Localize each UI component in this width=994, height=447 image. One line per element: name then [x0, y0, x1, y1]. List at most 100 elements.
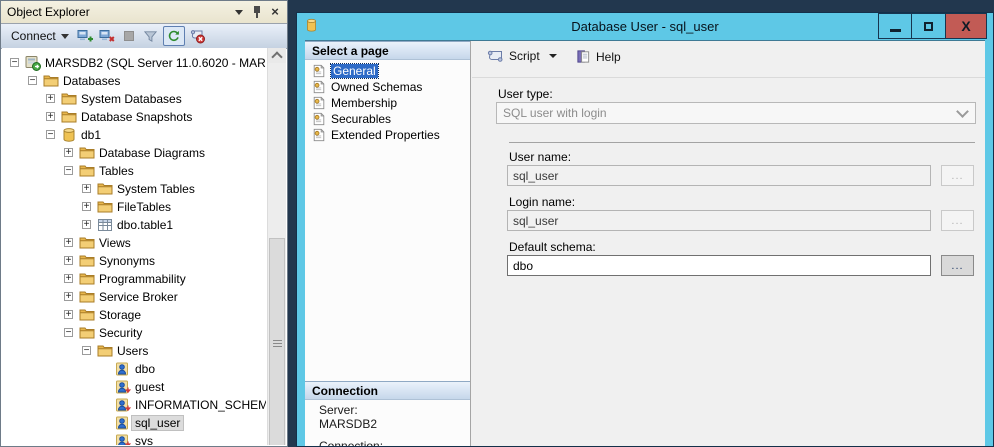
tree-item-label: Synonyms	[99, 253, 155, 269]
expand-icon[interactable]: +	[82, 184, 91, 193]
default-schema-label: Default schema:	[509, 240, 596, 254]
user-name-value: sql_user	[513, 169, 558, 183]
expand-icon[interactable]: +	[82, 220, 91, 229]
script-error-icon[interactable]	[187, 27, 207, 45]
expand-icon[interactable]: +	[64, 148, 73, 157]
script-button[interactable]: Script	[486, 49, 557, 63]
collapse-icon[interactable]: −	[28, 76, 37, 85]
close-icon[interactable]: ×	[267, 4, 283, 20]
dialog-toolbar: Script Help	[472, 41, 985, 78]
page-item-general[interactable]: General	[312, 63, 378, 79]
connect-button[interactable]: Connect	[7, 27, 73, 45]
filter-icon[interactable]	[141, 27, 161, 45]
maximize-icon[interactable]	[912, 13, 946, 39]
collapse-icon[interactable]: −	[82, 346, 91, 355]
collapse-icon[interactable]: −	[64, 328, 73, 337]
folder-icon	[79, 145, 95, 161]
tree-item-synonyms[interactable]: + Synonyms	[2, 252, 266, 270]
tree-item-views[interactable]: +Views	[2, 234, 266, 252]
dialog-body: Select a page GeneralOwned SchemasMember…	[305, 40, 985, 446]
tree-item-dbo[interactable]: dbo	[2, 360, 266, 378]
expand-icon[interactable]: +	[64, 256, 73, 265]
expand-icon[interactable]: +	[64, 292, 73, 301]
tree-item-label: guest	[135, 379, 164, 395]
tree-item-system-databases[interactable]: + System Databases	[2, 90, 266, 108]
login-name-value: sql_user	[513, 214, 558, 228]
tree-item-label: Database Snapshots	[81, 109, 192, 125]
user-type-value: SQL user with login	[503, 106, 607, 120]
collapse-icon[interactable]: −	[46, 130, 55, 139]
page-item-membership[interactable]: Membership	[312, 95, 397, 111]
folder-icon	[97, 199, 113, 215]
tree-item-label: db1	[81, 127, 101, 143]
tree-item-security[interactable]: −Security	[2, 324, 266, 342]
close-icon[interactable]: X	[946, 13, 987, 39]
tree-item-database-snapshots[interactable]: + Database Snapshots	[2, 108, 266, 126]
tree-item-dbo-table1[interactable]: +dbo.table1	[2, 216, 266, 234]
database-user-dialog: Database User - sql_user X Select a page…	[296, 12, 994, 447]
expand-icon[interactable]: +	[46, 112, 55, 121]
folder-icon	[79, 271, 95, 287]
tree-item-storage[interactable]: + Storage	[2, 306, 266, 324]
tree-item-label: sys	[135, 433, 153, 445]
tree-item-guest[interactable]: guest	[2, 378, 266, 396]
disconnect-server-icon[interactable]	[97, 27, 117, 45]
select-a-page-header: Select a page	[305, 41, 470, 60]
folder-icon	[79, 163, 95, 179]
folder-icon	[97, 181, 113, 197]
tree-item-database-diagrams[interactable]: + Database Diagrams	[2, 144, 266, 162]
chevron-down-icon[interactable]	[549, 54, 557, 58]
server-label: Server:	[319, 403, 358, 417]
user-disabled-icon	[115, 379, 131, 395]
tree-item-label: System Databases	[81, 91, 182, 107]
tree-item-service-broker[interactable]: +Service Broker	[2, 288, 266, 306]
expand-icon[interactable]: +	[46, 94, 55, 103]
connect-server-icon[interactable]	[75, 27, 95, 45]
tree-item-label: Users	[117, 343, 148, 359]
window-menu-chevron-icon[interactable]	[231, 4, 247, 20]
tree-item-sql-user[interactable]: sql_user	[2, 414, 266, 432]
pin-icon[interactable]	[249, 4, 265, 20]
tree-item-information-schem[interactable]: INFORMATION_SCHEM	[2, 396, 266, 414]
tree-item-label: Storage	[99, 307, 141, 323]
tree-item-tables[interactable]: −Tables	[2, 162, 266, 180]
tree-item-db1[interactable]: − db1	[2, 126, 266, 144]
page-item-extended-properties[interactable]: Extended Properties	[312, 127, 440, 143]
folder-icon	[79, 289, 95, 305]
default-schema-browse-button[interactable]: ...	[941, 255, 974, 276]
expand-icon[interactable]: +	[82, 202, 91, 211]
tree-item-sys[interactable]: sys	[2, 432, 266, 445]
script-button-label: Script	[509, 49, 540, 63]
expand-icon[interactable]: +	[64, 310, 73, 319]
tree-scrollbar[interactable]	[267, 48, 286, 445]
expand-icon[interactable]: +	[64, 274, 73, 283]
refresh-icon[interactable]	[163, 26, 185, 46]
expand-icon[interactable]: +	[64, 238, 73, 247]
object-explorer-titlebar: Object Explorer ×	[1, 1, 287, 24]
collapse-icon[interactable]: −	[10, 58, 19, 67]
tree-item-marsdb2-sql-server-11-0-6020-marsd[interactable]: −MARSDB2 (SQL Server 11.0.6020 - MARSD	[2, 54, 266, 72]
scrollbar-up-icon[interactable]	[268, 48, 286, 63]
tree-item-programmability[interactable]: +Programmability	[2, 270, 266, 288]
folder-icon	[43, 73, 59, 89]
page-icon	[312, 64, 326, 78]
page-icon	[312, 112, 326, 126]
tree-item-system-tables[interactable]: + System Tables	[2, 180, 266, 198]
page-item-securables[interactable]: Securables	[312, 111, 391, 127]
tree-item-users[interactable]: − Users	[2, 342, 266, 360]
scrollbar-thumb[interactable]	[269, 238, 285, 445]
tree-item-label: Database Diagrams	[99, 145, 205, 161]
help-button[interactable]: Help	[576, 49, 621, 64]
tree-item-filetables[interactable]: +FileTables	[2, 198, 266, 216]
collapse-icon[interactable]: −	[64, 166, 73, 175]
tree-item-label: System Tables	[117, 181, 195, 197]
user-name-field: sql_user	[507, 165, 931, 186]
minimize-icon[interactable]	[878, 13, 912, 39]
user-name-browse-button: ...	[941, 165, 974, 186]
user-type-label: User type:	[498, 87, 553, 101]
page-item-label: General	[331, 64, 378, 78]
tree-item-databases[interactable]: −Databases	[2, 72, 266, 90]
default-schema-field[interactable]: dbo	[507, 255, 931, 276]
server-icon	[25, 55, 41, 71]
page-item-owned-schemas[interactable]: Owned Schemas	[312, 79, 422, 95]
